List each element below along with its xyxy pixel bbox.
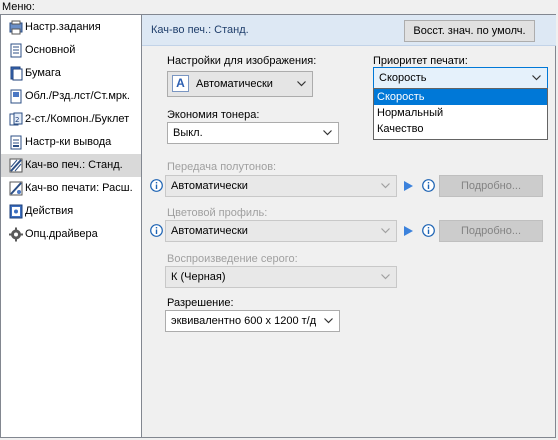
- sidebar-item-label: 2-ст./Компон./Буклет: [25, 113, 130, 125]
- sidebar-item-label: Действия: [25, 205, 74, 217]
- page-title: Кач-во печ.: Станд.: [151, 24, 249, 36]
- halftone-select[interactable]: Автоматически: [165, 175, 397, 197]
- sidebar-item-label: Настр.задания: [25, 21, 101, 33]
- color-profile-value: Автоматически: [171, 225, 248, 237]
- play-icon: [404, 226, 413, 236]
- print-quality-icon: [9, 158, 23, 173]
- layout-icon: [10, 89, 22, 104]
- chevron-down-icon: [324, 318, 333, 324]
- color-profile-details-button[interactable]: Подробно...: [439, 220, 543, 242]
- sidebar-item-label: Основной: [25, 44, 76, 56]
- output-icon: [10, 135, 22, 150]
- duplex-icon: 2: [9, 112, 23, 126]
- gray-reproduction-select[interactable]: К (Черная): [165, 266, 397, 288]
- info-icon: [422, 224, 435, 237]
- chevron-down-icon: [381, 228, 390, 234]
- halftone-details-button[interactable]: Подробно...: [439, 175, 543, 197]
- resolution-select[interactable]: эквивалентно 600 x 1200 т/д: [165, 310, 340, 332]
- dropdown-option-quality[interactable]: Качество: [374, 121, 547, 137]
- image-settings-select[interactable]: A Автоматически: [167, 71, 313, 97]
- toner-save-select[interactable]: Выкл.: [167, 122, 339, 144]
- menu-label: Меню:: [2, 1, 35, 13]
- info-icon: [150, 179, 163, 192]
- sidebar-item-paper[interactable]: Бумага: [1, 62, 141, 85]
- sidebar-item-job-settings[interactable]: Настр.задания: [1, 16, 141, 39]
- sidebar-item-label: Обл./Рзд.лст/Ст.мрк.: [25, 90, 130, 102]
- sidebar-item-print-quality-advanced[interactable]: Кач-во печати: Расш.: [1, 177, 141, 200]
- sidebar-item-label: Кач-во печати: Расш.: [25, 182, 133, 194]
- sidebar-item-label: Кач-во печ.: Станд.: [25, 159, 123, 171]
- auto-image-icon: A: [172, 75, 189, 92]
- sidebar-item-label: Бумага: [25, 67, 61, 79]
- job-settings-icon: [9, 20, 23, 35]
- dropdown-option-speed[interactable]: Скорость: [374, 89, 547, 105]
- chevron-down-icon: [532, 75, 541, 81]
- sidebar-item-print-quality[interactable]: Кач-во печ.: Станд.: [1, 154, 141, 177]
- chevron-down-icon: [381, 183, 390, 189]
- sidebar-item-actions[interactable]: Действия: [1, 200, 141, 223]
- svg-text:2: 2: [15, 116, 19, 124]
- halftone-label: Передача полутонов:: [167, 161, 277, 173]
- info-icon: [150, 224, 163, 237]
- image-settings-label: Настройки для изображения:: [167, 55, 317, 67]
- sidebar-item-label: Настр-ки вывода: [25, 136, 112, 148]
- print-quality-advanced-icon: [9, 181, 23, 196]
- gray-reproduction-value: К (Черная): [171, 271, 226, 283]
- resolution-value: эквивалентно 600 x 1200 т/д: [171, 315, 317, 327]
- resolution-label: Разрешение:: [167, 297, 234, 309]
- gray-reproduction-label: Воспроизведение серого:: [167, 253, 298, 265]
- main-panel: Кач-во печ.: Станд. Восст. знач. по умол…: [142, 14, 556, 438]
- dropdown-option-normal[interactable]: Нормальный: [374, 105, 547, 121]
- sidebar-item-duplex[interactable]: 2 2-ст./Компон./Буклет: [1, 108, 141, 131]
- sidebar: Настр.задания Основной Бумага Обл./Рзд.л…: [0, 14, 142, 438]
- sidebar-item-label: Опц.драйвера: [25, 228, 98, 240]
- color-profile-label: Цветовой профиль:: [167, 207, 268, 219]
- toner-save-label: Экономия тонера:: [167, 109, 260, 121]
- chevron-down-icon: [381, 274, 390, 280]
- image-settings-value: Автоматически: [196, 78, 273, 90]
- header-bar: Кач-во печ.: Станд. Восст. знач. по умол…: [142, 15, 556, 46]
- color-profile-select[interactable]: Автоматически: [165, 220, 397, 242]
- sidebar-item-driver-options[interactable]: Опц.драйвера: [1, 223, 141, 246]
- info-icon: [422, 179, 435, 192]
- chevron-down-icon: [297, 81, 306, 87]
- sidebar-item-layout[interactable]: Обл./Рзд.лст/Ст.мрк.: [1, 85, 141, 108]
- print-priority-value: Скорость: [379, 72, 427, 84]
- print-priority-select[interactable]: Скорость: [373, 67, 548, 89]
- play-icon: [404, 181, 413, 191]
- restore-defaults-button[interactable]: Восст. знач. по умолч.: [404, 20, 535, 42]
- driver-options-icon: [9, 227, 23, 242]
- toner-save-value: Выкл.: [173, 127, 203, 139]
- halftone-value: Автоматически: [171, 180, 248, 192]
- sidebar-item-output[interactable]: Настр-ки вывода: [1, 131, 141, 154]
- paper-icon: [10, 66, 23, 81]
- print-priority-dropdown: Скорость Нормальный Качество: [373, 88, 548, 140]
- sidebar-item-basic[interactable]: Основной: [1, 39, 141, 62]
- basic-icon: [10, 43, 22, 58]
- print-priority-label: Приоритет печати:: [373, 55, 468, 67]
- actions-icon: [9, 204, 23, 219]
- chevron-down-icon: [323, 130, 332, 136]
